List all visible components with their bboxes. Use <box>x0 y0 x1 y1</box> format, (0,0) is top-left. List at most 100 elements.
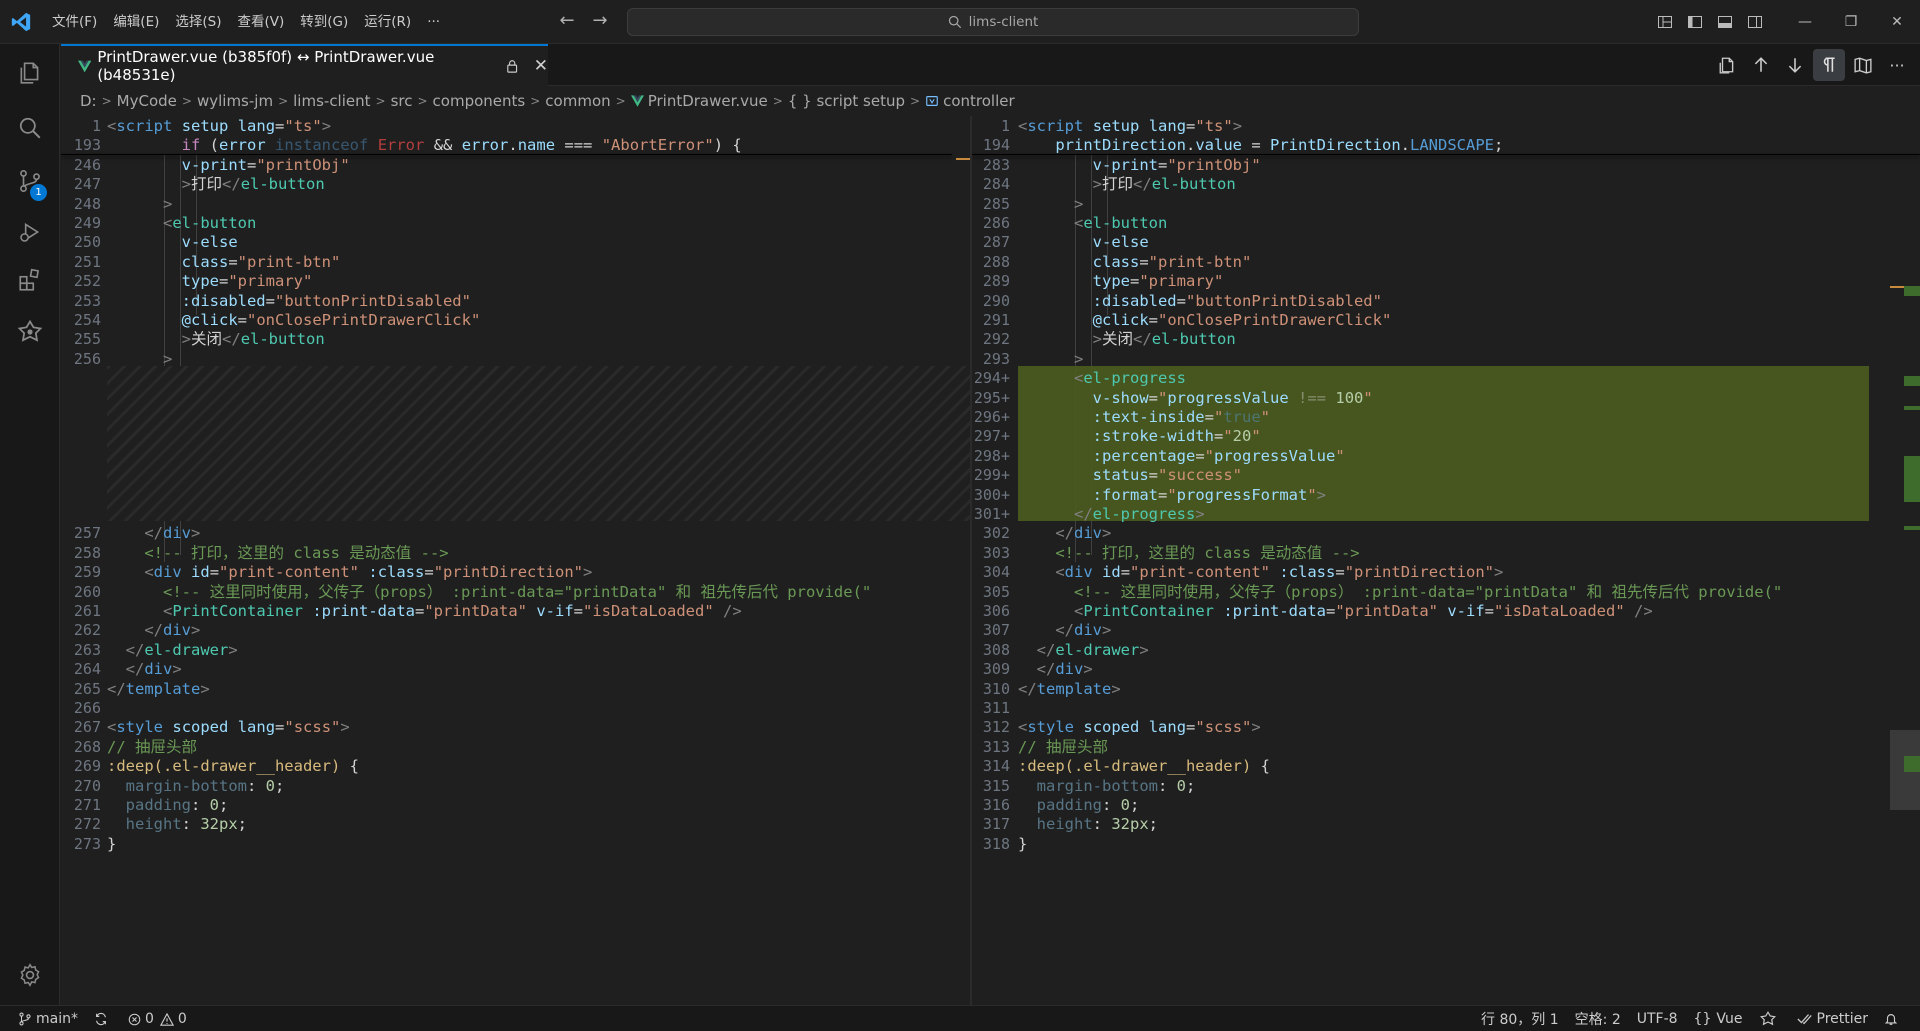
command-center-search[interactable]: lims-client <box>627 8 1359 36</box>
menu-go[interactable]: 转到(G) <box>292 0 356 44</box>
menu-bar: 文件(F) 编辑(E) 选择(S) 查看(V) 转到(G) 运行(R) ··· <box>44 0 448 44</box>
tab-printdrawer-diff[interactable]: PrintDrawer.vue (b385f0f) ↔ PrintDrawer.… <box>61 44 548 86</box>
overview-ruler-marker <box>1904 526 1920 530</box>
sync-icon[interactable] <box>86 1012 120 1026</box>
cursor-position[interactable]: 行 80，列 1 <box>1473 1009 1567 1029</box>
sticky-scroll-shadow <box>972 153 1920 155</box>
breadcrumb-file[interactable]: PrintDrawer.vue <box>648 92 768 110</box>
diff-filler <box>107 366 970 522</box>
encoding[interactable]: UTF-8 <box>1629 1011 1686 1027</box>
language-mode[interactable]: {} Vue <box>1686 1011 1751 1027</box>
menu-more[interactable]: ··· <box>419 0 448 44</box>
indentation[interactable]: 空格: 2 <box>1567 1009 1629 1029</box>
overview-ruler-marker <box>1904 456 1920 502</box>
menu-edit[interactable]: 编辑(E) <box>105 0 167 44</box>
forward-arrow-icon[interactable]: → <box>588 10 612 34</box>
menu-run[interactable]: 运行(R) <box>356 0 419 44</box>
code-line[interactable]: height: 32px; <box>1018 812 1158 836</box>
sticky-scroll-shadow <box>61 153 952 155</box>
breadcrumb-wylims[interactable]: wylims-jm <box>197 92 273 110</box>
overview-ruler-marker <box>1904 756 1920 772</box>
search-icon[interactable] <box>0 103 60 153</box>
line-number: 273 <box>73 834 101 853</box>
settings-gear-icon[interactable] <box>0 950 60 1000</box>
breadcrumb-common[interactable]: common <box>545 92 610 110</box>
diff-modified-editor[interactable]: 283 v-print="printObj" 284 >打印</el-button… <box>972 116 1920 1005</box>
menu-view[interactable]: 查看(V) <box>230 0 293 44</box>
toggle-secondary-sidebar-icon[interactable] <box>1740 0 1770 44</box>
copilot-icon[interactable] <box>0 307 60 357</box>
window-controls: — ❐ ✕ <box>1782 0 1920 44</box>
next-change-icon[interactable] <box>1779 49 1811 81</box>
code-line[interactable]: </template> <box>107 677 210 701</box>
warning-count: 0 <box>177 1011 187 1027</box>
diff-original-editor[interactable]: 246 v-print="printObj" 247 >打印</el-button… <box>61 116 970 1005</box>
breadcrumb-script-setup[interactable]: { } script setup <box>788 92 905 110</box>
run-debug-icon[interactable] <box>0 207 60 257</box>
code-line[interactable]: <PrintContainer :print-data="printData" … <box>1018 599 1653 623</box>
restore-icon[interactable]: ❐ <box>1828 0 1874 44</box>
breadcrumb-src[interactable]: src <box>391 92 413 110</box>
vue-file-icon <box>630 95 644 107</box>
minimize-icon[interactable]: — <box>1782 0 1828 44</box>
code-line[interactable]: } <box>1018 832 1027 856</box>
tab-title: PrintDrawer.vue (b385f0f) ↔ PrintDrawer.… <box>97 48 435 84</box>
inline-view-icon[interactable] <box>1847 49 1879 81</box>
breadcrumb-mycode[interactable]: MyCode <box>117 92 177 110</box>
customize-layout-icon[interactable] <box>1650 0 1680 44</box>
toggle-primary-sidebar-icon[interactable] <box>1680 0 1710 44</box>
code-line[interactable]: height: 32px; <box>107 812 247 836</box>
breadcrumb-controller[interactable]: controller <box>943 92 1015 110</box>
tab-bar: PrintDrawer.vue (b385f0f) ↔ PrintDrawer.… <box>61 44 1920 86</box>
back-arrow-icon[interactable]: ← <box>555 10 579 34</box>
check-double-icon <box>1796 1014 1812 1025</box>
code-line[interactable]: </template> <box>1018 677 1121 701</box>
vertical-scrollbar[interactable] <box>956 116 970 1005</box>
language-label: Vue <box>1716 1011 1743 1027</box>
search-icon <box>948 15 961 29</box>
problems-indicator[interactable]: 0 0 <box>120 1011 195 1027</box>
overview-ruler-marker <box>1904 406 1920 410</box>
branch-indicator[interactable]: main* <box>10 1011 86 1027</box>
error-count: 0 <box>144 1011 154 1027</box>
braces-icon: {} <box>1693 1011 1712 1027</box>
vue-file-icon <box>78 60 92 72</box>
code-line[interactable]: } <box>107 832 116 856</box>
title-bar: 文件(F) 编辑(E) 选择(S) 查看(V) 转到(G) 运行(R) ··· … <box>0 0 1920 44</box>
editor-actions: ··· <box>1710 44 1920 86</box>
source-control-badge: 1 <box>30 184 47 201</box>
breadcrumb: D: > MyCode > wylims-jm > lims-client > src >… <box>61 86 1920 116</box>
layout-controls <box>1650 0 1770 44</box>
menu-file[interactable]: 文件(F) <box>44 0 105 44</box>
prettier-label: Prettier <box>1816 1011 1869 1027</box>
more-actions-icon[interactable]: ··· <box>1881 49 1913 81</box>
breadcrumb-components[interactable]: components <box>433 92 526 110</box>
code-line[interactable]: <PrintContainer :print-data="printData" … <box>107 599 742 623</box>
vscode-logo-icon <box>11 12 31 32</box>
status-bar: main* 0 0 行 80，列 1 空格: 2 UTF-8 {} Vue Pr… <box>0 1005 1920 1031</box>
overview-ruler-marker <box>1904 286 1920 296</box>
activity-bar: 1 <box>0 44 60 1005</box>
toggle-whitespace-icon[interactable] <box>1813 49 1845 81</box>
close-window-icon[interactable]: ✕ <box>1874 0 1920 44</box>
previous-change-icon[interactable] <box>1745 49 1777 81</box>
vertical-scrollbar[interactable] <box>1890 116 1920 1005</box>
prettier-status[interactable]: Prettier <box>1789 1011 1877 1027</box>
error-icon <box>128 1013 141 1025</box>
copilot-status-icon[interactable] <box>1751 1010 1789 1028</box>
tab-close-icon[interactable]: ✕ <box>534 56 548 76</box>
variable-icon <box>926 96 938 106</box>
open-file-icon[interactable] <box>1711 49 1743 81</box>
breadcrumb-lims-client[interactable]: lims-client <box>293 92 370 110</box>
extensions-icon[interactable] <box>0 255 60 305</box>
toggle-panel-icon[interactable] <box>1710 0 1740 44</box>
breadcrumb-drive[interactable]: D: <box>80 92 97 110</box>
notifications-bell-icon[interactable] <box>1876 1012 1910 1026</box>
menu-selection[interactable]: 选择(S) <box>167 0 229 44</box>
overview-ruler-marker <box>1904 376 1920 386</box>
source-control-icon[interactable]: 1 <box>0 156 60 206</box>
warning-icon <box>159 1012 174 1026</box>
lock-icon <box>507 60 518 73</box>
explorer-icon[interactable] <box>0 48 60 98</box>
line-number: 318 <box>982 834 1010 853</box>
